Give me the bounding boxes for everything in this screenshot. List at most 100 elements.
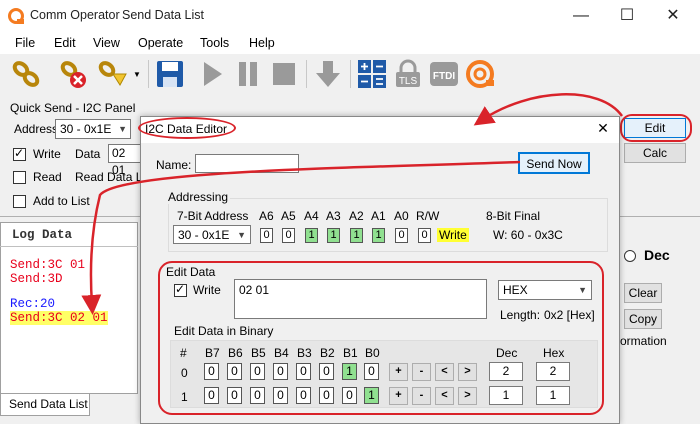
col-header-b2: B2 [320,346,335,360]
row1-bit-b5[interactable]: 0 [250,387,265,404]
row0-bit-b6[interactable]: 0 [227,363,242,380]
menu-edit[interactable]: Edit [54,36,76,50]
bit-header-a5: A5 [281,209,296,223]
write-checkbox[interactable] [13,146,26,161]
row0-shift-left-button[interactable]: < [435,363,454,381]
quick-send-title: Quick Send - I2C Panel [10,101,136,115]
row1-hex-input[interactable]: 1 [536,386,570,405]
minimize-button[interactable]: — [558,0,604,32]
menu-view[interactable]: View [93,36,120,50]
address-bit-a1[interactable]: 1 [372,228,385,243]
address-label: Address [14,122,59,136]
clear-button[interactable]: Clear [624,283,662,303]
row0-bit-b3[interactable]: 0 [296,363,311,380]
binary-section-title: Edit Data in Binary [174,324,274,338]
calculator-icon[interactable] [356,58,388,90]
connection-settings-icon[interactable] [96,58,128,90]
calc-button[interactable]: Calc [624,143,686,163]
disconnect-icon[interactable] [58,58,90,90]
pause-icon[interactable] [232,58,264,90]
dec-radio[interactable] [624,250,636,262]
row1-shift-left-button[interactable]: < [435,387,454,405]
row1-bit-b0[interactable]: 1 [364,387,379,404]
read-label: Read [33,170,62,184]
col-header-hex: Hex [543,346,565,360]
row-index: 1 [181,390,188,404]
comm-operator-logo-icon[interactable] [464,58,496,90]
row1-bit-b2[interactable]: 0 [319,387,334,404]
data-input[interactable]: 02 01 [108,144,142,177]
edit-data-title: Edit Data [166,265,216,279]
row0-bit-b4[interactable]: 0 [273,363,288,380]
row0-dec-input[interactable]: 2 [489,362,523,381]
row0-bit-b0[interactable]: 0 [364,363,379,380]
play-icon[interactable] [196,58,228,90]
bit-header-rw: R/W [416,209,440,223]
read-checkbox[interactable] [13,171,26,184]
toolbar-separator [350,60,351,88]
row1-bit-b3[interactable]: 0 [296,387,311,404]
log-line: Rec:20 [10,297,56,311]
connect-icon[interactable] [10,58,42,90]
row1-decrement-button[interactable]: - [412,387,431,405]
menu-operate[interactable]: Operate [138,36,183,50]
row0-increment-button[interactable]: + [389,363,408,381]
row0-bit-b2[interactable]: 0 [319,363,334,380]
copy-button[interactable]: Copy [624,309,662,329]
maximize-button[interactable]: ☐ [604,0,650,32]
save-icon[interactable] [154,58,186,90]
length-value: 0x2 [Hex] [544,308,595,322]
row1-bit-b7[interactable]: 0 [204,387,219,404]
menu-tools[interactable]: Tools [200,36,229,50]
row1-bit-b6[interactable]: 0 [227,387,242,404]
ftdi-icon[interactable]: FTDI [428,58,460,90]
address-bit-a2[interactable]: 1 [350,228,363,243]
rw-value-badge: Write [437,228,469,242]
row1-bit-b1[interactable]: 0 [342,387,357,404]
app-title: Comm Operator [30,8,120,22]
address-bit-a0[interactable]: 0 [395,228,408,243]
menu-file[interactable]: File [15,36,35,50]
address-bit-a5[interactable]: 0 [282,228,295,243]
menu-help[interactable]: Help [249,36,275,50]
address-bit-rw[interactable]: 0 [418,228,431,243]
seven-bit-address-value: 30 - 0x1E [178,228,230,242]
col-header-b3: B3 [297,346,312,360]
row1-dec-input[interactable]: 1 [489,386,523,405]
address-bit-a4[interactable]: 1 [305,228,318,243]
eight-bit-final-label: 8-Bit Final [486,209,541,223]
row1-bit-b4[interactable]: 0 [273,387,288,404]
edit-data-textarea[interactable]: 02 01 [234,279,487,319]
tab-send-data-list[interactable]: Send Data List [0,394,90,416]
send-now-button[interactable]: Send Now [518,152,590,174]
address-select[interactable]: 30 - 0x1E ▼ [55,119,131,139]
row1-shift-right-button[interactable]: > [458,387,477,405]
dropdown-arrow-icon[interactable]: ▼ [133,70,141,79]
row0-hex-input[interactable]: 2 [536,362,570,381]
addressing-title: Addressing [166,190,231,204]
chevron-down-icon: ▼ [237,230,246,240]
row1-increment-button[interactable]: + [389,387,408,405]
add-to-list-checkbox[interactable] [13,195,26,208]
document-title: Send Data List [122,8,204,22]
seven-bit-address-select[interactable]: 30 - 0x1E ▼ [173,225,251,244]
row0-bit-b1[interactable]: 1 [342,363,357,380]
row0-shift-right-button[interactable]: > [458,363,477,381]
dialog-close-button[interactable]: ✕ [592,117,614,139]
row0-bit-b7[interactable]: 0 [204,363,219,380]
name-input[interactable] [195,154,299,173]
row0-bit-b5[interactable]: 0 [250,363,265,380]
dec-label: Dec [644,247,670,263]
tls-icon[interactable]: TLS [392,58,424,90]
edit-write-checkbox[interactable] [174,282,187,297]
stop-icon[interactable] [268,58,300,90]
address-bit-a3[interactable]: 1 [327,228,340,243]
col-header-dec: Dec [496,346,518,360]
address-bit-a6[interactable]: 0 [260,228,273,243]
row0-decrement-button[interactable]: - [412,363,431,381]
format-select[interactable]: HEX ▼ [498,280,592,300]
download-arrow-icon[interactable] [312,58,344,90]
close-button[interactable]: ✕ [650,0,696,32]
read-data-length-label: Read Data Le [75,170,150,184]
bit-header-a0: A0 [394,209,409,223]
